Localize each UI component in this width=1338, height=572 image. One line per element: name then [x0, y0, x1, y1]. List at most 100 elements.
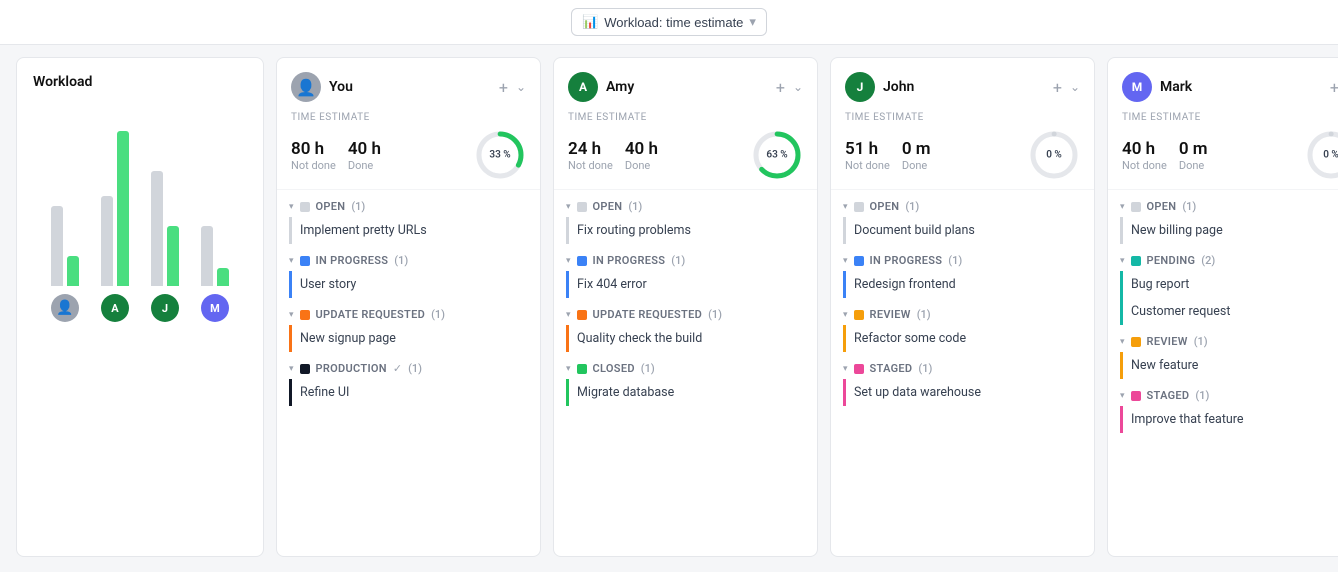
task-item[interactable]: Bug report	[1120, 271, 1338, 298]
section-header-john-staged[interactable]: ▾STAGED(1)	[843, 358, 1082, 379]
section-status-dot	[854, 256, 864, 266]
add-task-button[interactable]: +	[776, 78, 785, 97]
section-label-pending: PENDING	[1147, 254, 1196, 267]
task-item[interactable]: Customer request	[1120, 298, 1338, 325]
avatars-row: 👤 A J M	[33, 286, 247, 330]
section-mark-open: ▾OPEN(1)New billing page	[1108, 196, 1338, 244]
donut-chart-you: 33 %	[474, 129, 526, 181]
time-not-done-amy: 24 hNot done	[568, 139, 613, 172]
section-count-closed: (1)	[641, 362, 655, 375]
section-header-you-production[interactable]: ▾PRODUCTION✓(1)	[289, 358, 528, 379]
section-count-open: (1)	[628, 200, 642, 213]
section-count-staged: (1)	[1195, 389, 1209, 402]
collapse-button[interactable]: ⌄	[793, 80, 803, 94]
chevron-icon: ▾	[843, 310, 848, 320]
section-label-open: OPEN	[870, 200, 900, 213]
task-item[interactable]: Migrate database	[566, 379, 805, 406]
section-header-amy-update-requested[interactable]: ▾UPDATE REQUESTED(1)	[566, 304, 805, 325]
section-amy-closed: ▾ CLOSED (1) Migrate database	[554, 358, 817, 406]
task-item[interactable]: Improve that feature	[1120, 406, 1338, 433]
section-header-john-in-progress[interactable]: ▾IN PROGRESS(1)	[843, 250, 1082, 271]
task-item[interactable]: Set up data warehouse	[843, 379, 1082, 406]
bar-chart	[33, 106, 247, 286]
add-task-button[interactable]: +	[1053, 78, 1062, 97]
workload-label: Workload: time estimate	[604, 15, 743, 30]
section-status-dot	[854, 364, 864, 374]
bar-amy-green	[117, 131, 129, 286]
task-item[interactable]: Implement pretty URLs	[289, 217, 528, 244]
person-column-amy: AAmy+⌄TIME ESTIMATE24 hNot done40 hDone …	[553, 57, 818, 557]
bar-mark-green	[217, 268, 229, 286]
task-item[interactable]: User story	[289, 271, 528, 298]
workload-dropdown-button[interactable]: 📊 Workload: time estimate ▾	[571, 8, 767, 36]
section-header-amy-closed[interactable]: ▾ CLOSED (1)	[566, 358, 805, 379]
chevron-icon: ▾	[289, 256, 294, 266]
chevron-down-icon: ▾	[749, 14, 756, 30]
task-item[interactable]: Fix routing problems	[566, 217, 805, 244]
donut-chart-amy: 63 %	[751, 129, 803, 181]
task-item[interactable]: New signup page	[289, 325, 528, 352]
section-label-in-progress: IN PROGRESS	[593, 254, 666, 267]
section-label-staged: STAGED	[1147, 389, 1190, 402]
task-item[interactable]: Redesign frontend	[843, 271, 1082, 298]
section-you-update-requested: ▾UPDATE REQUESTED(1)New signup page	[277, 304, 540, 352]
column-header-amy: AAmy+⌄TIME ESTIMATE24 hNot done40 hDone …	[554, 58, 817, 190]
donut-chart-mark: 0 %	[1305, 129, 1338, 181]
section-header-you-update-requested[interactable]: ▾UPDATE REQUESTED(1)	[289, 304, 528, 325]
chevron-icon: ▾	[566, 364, 571, 374]
section-mark-staged: ▾STAGED(1)Improve that feature	[1108, 385, 1338, 433]
section-label-open: OPEN	[1147, 200, 1177, 213]
time-not-done-john: 51 hNot done	[845, 139, 890, 172]
section-header-mark-staged[interactable]: ▾STAGED(1)	[1120, 385, 1338, 406]
section-status-dot	[854, 202, 864, 212]
task-item[interactable]: Document build plans	[843, 217, 1082, 244]
section-status-dot	[1131, 256, 1141, 266]
collapse-button[interactable]: ⌄	[516, 80, 526, 94]
section-label-closed: CLOSED	[593, 362, 635, 375]
section-count-in-progress: (1)	[671, 254, 685, 267]
avatar-john-small: J	[151, 294, 179, 322]
section-header-amy-in-progress[interactable]: ▾ IN PROGRESS (1)	[566, 250, 805, 271]
chevron-icon: ▾	[289, 310, 294, 320]
add-task-button[interactable]: +	[499, 78, 508, 97]
section-you-in-progress: ▾IN PROGRESS(1)User story	[277, 250, 540, 298]
task-item[interactable]: New feature	[1120, 352, 1338, 379]
time-done-you: 40 hDone	[348, 139, 381, 172]
section-header-john-review[interactable]: ▾REVIEW(1)	[843, 304, 1082, 325]
avatar-john: J	[845, 72, 875, 102]
section-count-open: (1)	[1182, 200, 1196, 213]
time-done-john: 0 mDone	[902, 139, 931, 172]
add-task-button[interactable]: +	[1330, 78, 1338, 97]
section-count-staged: (1)	[918, 362, 932, 375]
section-header-mark-review[interactable]: ▾REVIEW(1)	[1120, 331, 1338, 352]
section-header-you-open[interactable]: ▾OPEN(1)	[289, 196, 528, 217]
chevron-icon: ▾	[566, 256, 571, 266]
task-item[interactable]: Fix 404 error	[566, 271, 805, 298]
bar-chart-icon: 📊	[582, 14, 598, 30]
task-item[interactable]: Refactor some code	[843, 325, 1082, 352]
section-header-mark-open[interactable]: ▾OPEN(1)	[1120, 196, 1338, 217]
bar-you-gray	[51, 206, 63, 286]
column-header-you: 👤You+⌄TIME ESTIMATE80 hNot done40 hDone …	[277, 58, 540, 190]
check-icon: ✓	[393, 362, 402, 375]
section-count-open: (1)	[905, 200, 919, 213]
section-you-production: ▾PRODUCTION✓(1)Refine UI	[277, 358, 540, 406]
section-status-dot	[1131, 202, 1141, 212]
section-header-you-in-progress[interactable]: ▾IN PROGRESS(1)	[289, 250, 528, 271]
chevron-icon: ▾	[843, 256, 848, 266]
bar-john-green	[167, 226, 179, 286]
workload-sidebar: Workload	[16, 57, 264, 557]
task-item[interactable]: Quality check the build	[566, 325, 805, 352]
section-mark-pending: ▾PENDING(2)Bug reportCustomer request	[1108, 250, 1338, 325]
task-item[interactable]: Refine UI	[289, 379, 528, 406]
section-status-dot	[577, 310, 587, 320]
section-header-john-open[interactable]: ▾OPEN(1)	[843, 196, 1082, 217]
section-mark-review: ▾REVIEW(1)New feature	[1108, 331, 1338, 379]
task-item[interactable]: New billing page	[1120, 217, 1338, 244]
collapse-button[interactable]: ⌄	[1070, 80, 1080, 94]
time-not-done-you: 80 hNot done	[291, 139, 336, 172]
chevron-icon: ▾	[289, 364, 294, 374]
section-header-mark-pending[interactable]: ▾PENDING(2)	[1120, 250, 1338, 271]
section-status-dot	[577, 202, 587, 212]
section-header-amy-open[interactable]: ▾OPEN(1)	[566, 196, 805, 217]
